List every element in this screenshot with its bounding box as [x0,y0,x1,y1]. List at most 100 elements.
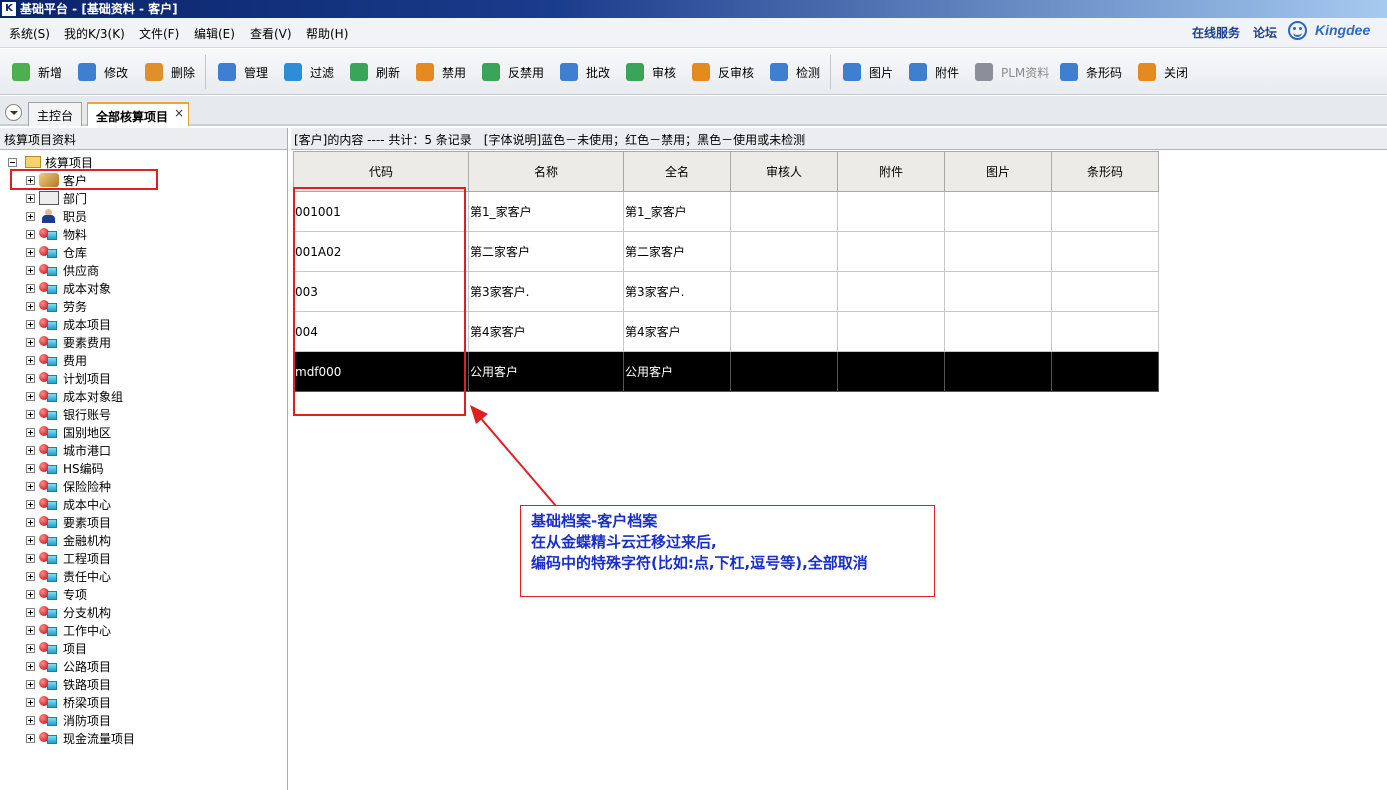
table-cell[interactable]: 第二家客户 [623,231,731,272]
expand-icon[interactable] [26,535,35,545]
tree-item[interactable]: 劳务 [26,297,135,315]
toolbar-button-8[interactable]: 批改 [560,61,610,83]
tree-item[interactable]: 专项 [26,585,135,603]
tree-item[interactable]: 要素项目 [26,513,135,531]
table-cell[interactable] [1051,191,1159,232]
table-cell[interactable]: 公用客户 [468,351,624,392]
tree-item[interactable]: 成本项目 [26,315,135,333]
expand-icon[interactable] [26,229,35,239]
table-cell[interactable]: 第3家客户. [623,271,731,312]
table-cell[interactable]: 第1_家客户 [468,191,624,232]
column-header[interactable]: 条形码 [1051,151,1159,192]
toolbar-button-15[interactable]: 条形码 [1060,61,1122,83]
table-cell[interactable] [730,351,838,392]
tree-item[interactable]: 金融机构 [26,531,135,549]
tree-item[interactable]: HS编码 [26,459,135,477]
tree-item[interactable]: 部门 [26,189,135,207]
table-cell[interactable] [730,311,838,352]
toolbar-button-16[interactable]: 关闭 [1138,61,1188,83]
expand-icon[interactable] [26,247,35,257]
toolbar-button-9[interactable]: 审核 [626,61,676,83]
menu-file[interactable]: 文件(F) [139,25,179,42]
tree-item[interactable]: 工程项目 [26,549,135,567]
smiley-icon[interactable] [1288,21,1307,40]
table-cell[interactable] [837,231,945,272]
toolbar-button-1[interactable]: 修改 [78,61,128,83]
column-header[interactable]: 图片 [944,151,1052,192]
tree-item[interactable]: 银行账号 [26,405,135,423]
menu-edit[interactable]: 编辑(E) [194,25,235,42]
menu-help[interactable]: 帮助(H) [306,25,348,42]
tree-item[interactable]: 桥梁项目 [26,693,135,711]
toolbar-button-7[interactable]: 反禁用 [482,61,544,83]
expand-icon[interactable] [26,193,35,203]
expand-icon[interactable] [26,445,35,455]
table-cell[interactable]: 第4家客户 [468,311,624,352]
expand-icon[interactable] [26,265,35,275]
table-cell[interactable]: 第3家客户. [468,271,624,312]
table-cell[interactable] [1051,271,1159,312]
tree-item[interactable]: 仓库 [26,243,135,261]
column-header[interactable]: 全名 [623,151,731,192]
table-cell[interactable]: 第4家客户 [623,311,731,352]
forum-link[interactable]: 论坛 [1253,24,1277,41]
expand-icon[interactable] [26,355,35,365]
table-cell[interactable]: 公用客户 [623,351,731,392]
expand-icon[interactable] [26,661,35,671]
tab-dropdown-icon[interactable] [5,104,22,121]
tree-item[interactable]: 工作中心 [26,621,135,639]
toolbar-button-12[interactable]: 图片 [843,61,893,83]
tree-item[interactable]: 责任中心 [26,567,135,585]
toolbar-button-6[interactable]: 禁用 [416,61,466,83]
column-header[interactable]: 名称 [468,151,624,192]
toolbar-button-0[interactable]: 新增 [12,61,62,83]
toolbar-button-3[interactable]: 管理 [218,61,268,83]
expand-icon[interactable] [26,571,35,581]
table-cell[interactable] [837,191,945,232]
tree-item[interactable]: 城市港口 [26,441,135,459]
expand-icon[interactable] [26,337,35,347]
table-cell[interactable]: 第1_家客户 [623,191,731,232]
tree-item[interactable]: 费用 [26,351,135,369]
tree-item[interactable]: 物料 [26,225,135,243]
expand-icon[interactable] [26,211,35,221]
table-cell[interactable] [837,351,945,392]
tree-item[interactable]: 公路项目 [26,657,135,675]
expand-icon[interactable] [26,643,35,653]
toolbar-button-14[interactable]: PLM资料 [975,61,1049,83]
table-cell[interactable] [837,311,945,352]
toolbar-button-4[interactable]: 过滤 [284,61,334,83]
menu-view[interactable]: 查看(V) [250,25,292,42]
expand-icon[interactable] [26,715,35,725]
table-cell[interactable] [730,191,838,232]
expand-icon[interactable] [26,517,35,527]
tab-console[interactable]: 主控台 [28,102,83,126]
table-cell[interactable] [837,271,945,312]
tree-item[interactable]: 成本对象 [26,279,135,297]
expand-icon[interactable] [26,589,35,599]
tree-item[interactable]: 供应商 [26,261,135,279]
expand-icon[interactable] [26,301,35,311]
tree-item[interactable]: 国别地区 [26,423,135,441]
expand-icon[interactable] [26,697,35,707]
tree-item[interactable]: 成本中心 [26,495,135,513]
expand-icon[interactable] [26,625,35,635]
toolbar-button-2[interactable]: 删除 [145,61,195,83]
close-icon[interactable]: × [174,106,184,120]
tree-item[interactable]: 项目 [26,639,135,657]
expand-icon[interactable] [26,319,35,329]
collapse-icon[interactable] [8,157,17,167]
tree-item[interactable]: 保险险种 [26,477,135,495]
table-cell[interactable] [730,271,838,312]
table-cell[interactable] [730,231,838,272]
table-cell[interactable] [944,311,1052,352]
expand-icon[interactable] [26,733,35,743]
expand-icon[interactable] [26,373,35,383]
tree-item[interactable]: 分支机构 [26,603,135,621]
tree-item[interactable]: 现金流量项目 [26,729,135,747]
expand-icon[interactable] [26,607,35,617]
tree-item[interactable]: 要素费用 [26,333,135,351]
tree-item[interactable]: 计划项目 [26,369,135,387]
expand-icon[interactable] [26,409,35,419]
expand-icon[interactable] [26,463,35,473]
